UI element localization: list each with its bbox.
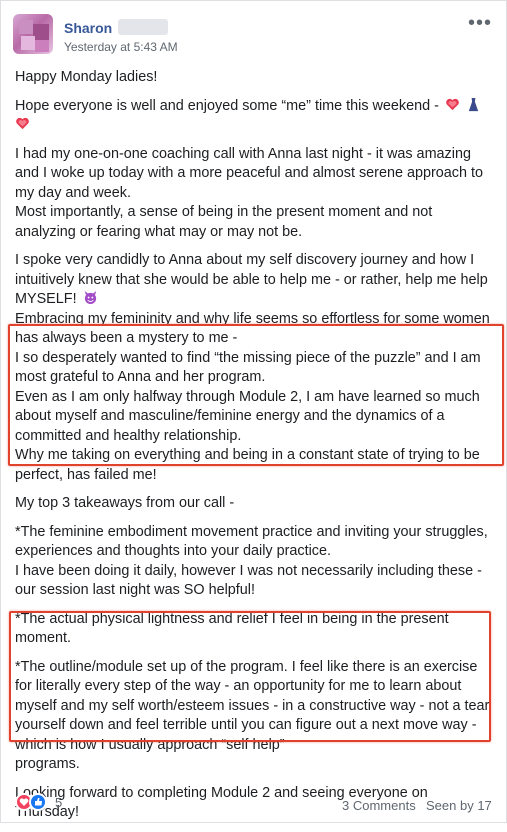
- author-name-redaction: [118, 19, 168, 35]
- comments-link[interactable]: 3 Comments: [342, 798, 416, 813]
- paragraph-hope: Hope everyone is well and enjoyed some “…: [15, 97, 494, 136]
- highlight-box-1: [8, 324, 504, 466]
- more-options-icon[interactable]: •••: [468, 13, 492, 33]
- devil-emoji-icon: [84, 290, 96, 305]
- avatar[interactable]: [13, 14, 53, 54]
- paragraph-takeaways-intro: My top 3 takeaways from our call -: [15, 495, 235, 511]
- post-header: Sharon Yesterday at 5:43 AM •••: [1, 1, 506, 65]
- paragraph-takeaway-1: *The feminine embodiment movement practi…: [15, 523, 488, 599]
- author-name[interactable]: Sharon: [64, 20, 112, 36]
- paragraph-coaching-call: I had my one-on-one coaching call with A…: [15, 145, 483, 240]
- heart-emoji-icon: [446, 98, 459, 110]
- reaction-count: 5: [55, 795, 63, 810]
- facebook-post: Sharon Yesterday at 5:43 AM ••• Happy Mo…: [0, 0, 507, 823]
- paragraph-greeting: Happy Monday ladies!: [15, 69, 158, 85]
- highlight-box-2: [9, 611, 491, 742]
- post-footer: 5 3 Comments Seen by 17: [1, 789, 506, 819]
- post-timestamp[interactable]: Yesterday at 5:43 AM: [64, 40, 178, 54]
- heart-emoji-icon: [16, 117, 29, 130]
- like-reaction-icon: [29, 793, 47, 811]
- dress-emoji-icon: [468, 97, 479, 111]
- seen-by-count[interactable]: Seen by 17: [426, 798, 492, 813]
